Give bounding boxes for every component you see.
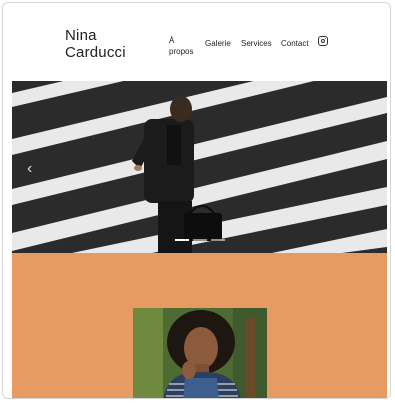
instagram-icon[interactable] [318,36,328,46]
logo-last-name: Carducci [65,44,126,61]
portrait-image [133,308,267,398]
nav-item-apropos[interactable]: À propos [169,35,199,57]
nav-item-services[interactable]: Services [241,38,272,49]
about-section [12,253,387,398]
nav-item-contact[interactable]: Contact [281,38,309,49]
carousel-indicator-3[interactable] [211,239,225,241]
carousel-indicator-2[interactable] [193,239,207,241]
hero-carousel [12,81,387,253]
site-logo[interactable]: Nina Carducci [65,27,126,61]
hero-image-crosswalk [12,81,387,253]
portrait-photo [133,308,267,398]
page-frame: Nina Carducci À propos Galerie Services … [2,2,391,399]
carousel-prev-button[interactable]: ‹ [27,161,32,177]
logo-first-name: Nina [65,27,97,44]
site-header: Nina Carducci À propos Galerie Services … [3,3,390,81]
nav-item-galerie[interactable]: Galerie [205,38,231,49]
carousel-indicator-1[interactable] [175,239,189,241]
